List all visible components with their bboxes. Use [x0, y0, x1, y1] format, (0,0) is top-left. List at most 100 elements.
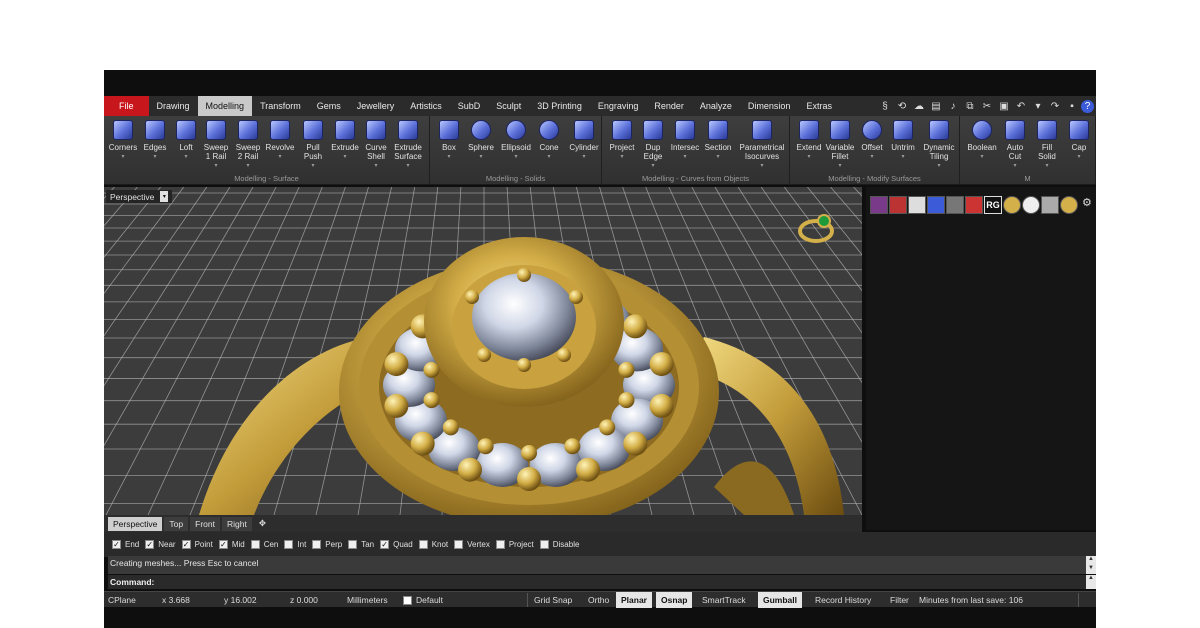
film-icon[interactable]: ▤ [928, 98, 944, 114]
add-view-icon[interactable]: ✥ [254, 516, 271, 531]
tool-dup-edge-button[interactable]: Dup Edge ▾ [638, 120, 668, 169]
osnap-int[interactable]: Int [284, 540, 306, 549]
tab-dimension[interactable]: Dimension [740, 96, 799, 116]
status-layer[interactable]: Default [403, 592, 443, 608]
dropdown-caret-icon[interactable]: ▾ [1013, 162, 1016, 169]
tool-project-button[interactable]: Project ▾ [606, 120, 638, 160]
tool-dynamic-tiling-button[interactable]: Dynamic Tiling ▾ [918, 120, 960, 169]
tool-intersec-button[interactable]: Intersec ▾ [668, 120, 702, 160]
dropdown-caret-icon[interactable]: ▾ [246, 162, 249, 169]
tab-drawing[interactable]: Drawing [149, 96, 198, 116]
tool-cone-button[interactable]: Cone ▾ [534, 120, 564, 160]
dropdown-caret-icon[interactable]: ▾ [582, 153, 585, 160]
tool-cylinder-button[interactable]: Cylinder ▾ [564, 120, 604, 160]
osnap-checkbox[interactable] [348, 540, 358, 549]
tab-modelling[interactable]: Modelling [197, 96, 253, 116]
tool-cap-button[interactable]: Cap ▾ [1064, 120, 1094, 160]
tool-box-button[interactable]: Box ▾ [434, 120, 464, 160]
osnap-disable[interactable]: Disable [539, 540, 579, 549]
tab-analyze[interactable]: Analyze [692, 96, 740, 116]
logo-icon[interactable]: § [877, 98, 893, 114]
tab-gems[interactable]: Gems [309, 96, 349, 116]
osnap-checkbox[interactable]: ✓ [145, 540, 155, 549]
tool-extrude-surface-button[interactable]: Extrude Surface ▾ [392, 120, 424, 169]
status-smarttrack[interactable]: SmartTrack [702, 592, 746, 608]
osnap-checkbox[interactable] [312, 540, 322, 549]
perspective-viewport[interactable]: Perspective ▾ [104, 187, 862, 515]
dropdown-caret-icon[interactable]: ▾ [683, 153, 686, 160]
tool-extend-button[interactable]: Extend ▾ [794, 120, 824, 160]
monitor-icon[interactable] [908, 196, 926, 214]
command-line[interactable]: Command: ▲ [108, 575, 1096, 589]
tab-file[interactable]: File [104, 96, 149, 116]
tab-extras[interactable]: Extras [798, 96, 840, 116]
rg-icon[interactable]: RG [984, 196, 1002, 214]
dropdown-caret-icon[interactable]: ▾ [651, 162, 654, 169]
tab-render[interactable]: Render [646, 96, 692, 116]
history-scroll-up[interactable]: ▲ [1086, 556, 1096, 565]
dropdown-caret-icon[interactable]: ▾ [278, 153, 281, 160]
status-record-history[interactable]: Record History [815, 592, 871, 608]
status-grid-snap[interactable]: Grid Snap [534, 592, 572, 608]
dropdown-caret-icon[interactable]: ▾ [479, 153, 482, 160]
tab-engraving[interactable]: Engraving [590, 96, 647, 116]
dropdown-caret-icon[interactable]: ▾ [620, 153, 623, 160]
dropdown-caret-icon[interactable]: ▾ [214, 162, 217, 169]
dropdown-caret-icon[interactable]: ▾ [547, 153, 550, 160]
tool-sweep-1-rail-button[interactable]: Sweep 1 Rail ▾ [200, 120, 232, 169]
tool-revolve-button[interactable]: Revolve ▾ [264, 120, 296, 160]
osnap-checkbox[interactable] [284, 540, 294, 549]
tool-sphere-button[interactable]: Sphere ▾ [464, 120, 498, 160]
osnap-knot[interactable]: Knot [418, 540, 448, 549]
color-wheel-icon[interactable] [870, 196, 888, 214]
copy-icon[interactable]: ⧉ [962, 98, 978, 114]
dropdown-caret-icon[interactable]: ▾ [374, 162, 377, 169]
tool-pull-push-button[interactable]: Pull Push ▾ [296, 120, 330, 169]
tool-ellipsoid-button[interactable]: Ellipsoid ▾ [498, 120, 534, 160]
tab-jewellery[interactable]: Jewellery [349, 96, 403, 116]
dropdown-caret-icon[interactable]: ▾ [980, 153, 983, 160]
osnap-checkbox[interactable]: ✓ [181, 540, 191, 549]
dropdown-caret-icon[interactable]: ▾ [153, 153, 156, 160]
gem-box-icon[interactable] [889, 196, 907, 214]
view-tab-perspective[interactable]: Perspective [108, 516, 163, 531]
dropdown-caret-icon[interactable]: ▾ [406, 162, 409, 169]
microphone-icon[interactable]: ♪ [945, 98, 961, 114]
tab-transform[interactable]: Transform [252, 96, 309, 116]
osnap-checkbox[interactable] [539, 540, 549, 549]
osnap-perp[interactable]: Perp [312, 540, 342, 549]
view-tab-front[interactable]: Front [190, 516, 220, 531]
tool-sweep-2-rail-button[interactable]: Sweep 2 Rail ▾ [232, 120, 264, 169]
tool-offset-button[interactable]: Offset ▾ [856, 120, 888, 160]
osnap-checkbox[interactable] [250, 540, 260, 549]
tool-parametrical-isocurves-button[interactable]: Parametrical Isocurves ▾ [734, 120, 790, 169]
history-scroll-down[interactable]: ▼ [1086, 565, 1096, 574]
tool-curve-shell-button[interactable]: Curve Shell ▾ [360, 120, 392, 169]
viewport-title[interactable]: Perspective ▾ [106, 190, 173, 203]
osnap-cen[interactable]: Cen [250, 540, 278, 549]
osnap-checkbox[interactable]: ✓ [218, 540, 228, 549]
undo-icon[interactable]: ↶ [1013, 98, 1029, 114]
cut-icon[interactable]: ✂ [979, 98, 995, 114]
tab-3d-printing[interactable]: 3D Printing [529, 96, 590, 116]
osnap-vertex[interactable]: Vertex [454, 540, 490, 549]
osnap-checkbox[interactable] [454, 540, 464, 549]
osnap-checkbox[interactable] [418, 540, 428, 549]
status-planar[interactable]: Planar [616, 592, 652, 608]
status-osnap[interactable]: Osnap [656, 592, 693, 608]
dropdown-caret-icon[interactable]: ▾ [121, 153, 124, 160]
help-panel-icon[interactable] [927, 196, 945, 214]
status-units[interactable]: Millimeters [347, 592, 388, 608]
dropdown-caret-icon[interactable]: ▾ [838, 162, 841, 169]
paint-icon[interactable] [946, 196, 964, 214]
tool-variable-fillet-button[interactable]: Variable Fillet ▾ [824, 120, 856, 169]
osnap-mid[interactable]: ✓ Mid [218, 540, 245, 549]
save-icon[interactable]: ▪ [1064, 98, 1080, 114]
door-icon[interactable] [1041, 196, 1059, 214]
dropdown-caret-icon[interactable]: ▾ [760, 162, 763, 169]
dropdown-caret-icon[interactable]: ▾ [184, 153, 187, 160]
status-cplane[interactable]: CPlane [108, 592, 136, 608]
status-ortho[interactable]: Ortho [588, 592, 609, 608]
link-icon[interactable]: ⟲ [894, 98, 910, 114]
tool-untrim-button[interactable]: Untrim ▾ [888, 120, 918, 160]
